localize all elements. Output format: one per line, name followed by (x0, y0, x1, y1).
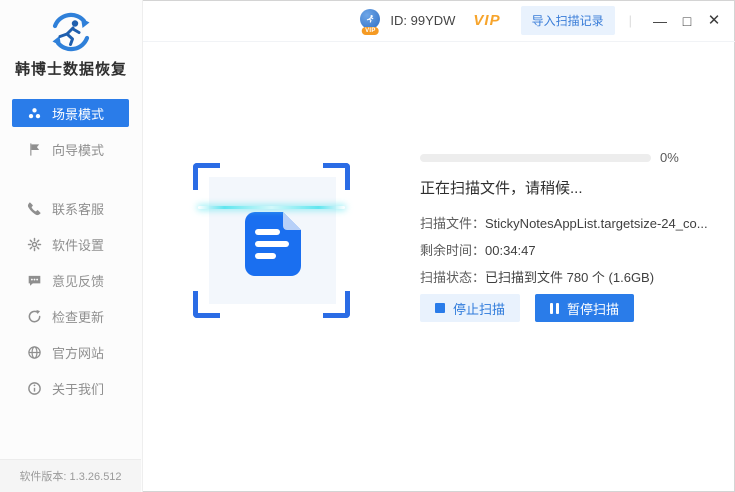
sidebar-item-check-update[interactable]: 检查更新 (12, 302, 129, 330)
sidebar-item-website[interactable]: 官方网站 (12, 338, 129, 366)
app-logo-icon (48, 9, 94, 55)
topbar: VIP ID: 99YDW VIP 导入扫描记录 | — □ ✕ (143, 0, 735, 42)
sidebar: 韩博士数据恢复 场景模式 向导模式 联系客服 (0, 0, 143, 492)
minimize-button[interactable]: — (649, 10, 671, 32)
progress-row: 0% (420, 150, 679, 165)
settings-gear-icon (27, 237, 42, 252)
bracket-bottom-left (193, 291, 220, 318)
scan-file-label: 扫描文件： (420, 216, 485, 231)
stop-scan-label: 停止扫描 (453, 299, 505, 318)
sidebar-item-wizard-mode[interactable]: 向导模式 (12, 135, 129, 163)
maximize-button[interactable]: □ (676, 10, 698, 32)
sidebar-item-label: 意见反馈 (52, 271, 104, 290)
sidebar-item-label: 检查更新 (52, 307, 104, 326)
remaining-time-row: 剩余时间：00:34:47 (420, 237, 708, 264)
wizard-mode-icon (27, 142, 42, 157)
sidebar-item-label: 场景模式 (52, 104, 104, 123)
bracket-top-left (193, 163, 220, 190)
sidebar-item-feedback[interactable]: 意见反馈 (12, 266, 129, 294)
app-window: 韩博士数据恢复 场景模式 向导模式 联系客服 (0, 0, 735, 492)
import-scan-record-button[interactable]: 导入扫描记录 (521, 6, 615, 35)
scan-beam (198, 206, 345, 209)
feedback-chat-icon (27, 273, 42, 288)
app-title: 韩博士数据恢复 (0, 58, 142, 79)
scan-info-panel: 0% 正在扫描文件，请稍候... 扫描文件：StickyNotesAppList… (420, 150, 725, 330)
scan-state-value: 已扫描到文件 780 个 (1.6GB) (485, 270, 654, 285)
stop-scan-button[interactable]: 停止扫描 (420, 294, 520, 322)
pause-icon (550, 303, 559, 314)
scanner-illustration (193, 163, 350, 318)
bracket-bottom-right (323, 291, 350, 318)
progress-bar (420, 154, 651, 162)
sidebar-item-label: 关于我们 (52, 379, 104, 398)
check-update-icon (27, 309, 42, 324)
scan-file-value: StickyNotesAppList.targetsize-24_co... (485, 216, 708, 231)
user-id-label: ID: 99YDW (390, 13, 455, 28)
about-info-icon (27, 381, 42, 396)
version-footer: 软件版本: 1.3.26.512 (0, 459, 141, 492)
sidebar-item-label: 官方网站 (52, 343, 104, 362)
sidebar-item-contact-support[interactable]: 联系客服 (12, 194, 129, 222)
scan-state-row: 扫描状态：已扫描到文件 780 个 (1.6GB) (420, 264, 708, 291)
version-label: 软件版本: 1.3.26.512 (19, 468, 121, 484)
sidebar-menu: 场景模式 向导模式 联系客服 软件设置 (0, 99, 142, 410)
progress-percent-label: 0% (660, 150, 679, 165)
scene-mode-icon (27, 106, 42, 121)
website-globe-icon (27, 345, 42, 360)
scan-state-label: 扫描状态： (420, 270, 485, 285)
remaining-time-label: 剩余时间： (420, 243, 485, 258)
document-icon (245, 212, 301, 276)
vip-account-badge-icon: VIP (358, 9, 382, 33)
sidebar-item-label: 软件设置 (52, 235, 104, 254)
vip-ribbon: VIP (362, 27, 379, 35)
vip-label[interactable]: VIP (473, 12, 500, 29)
document-text-line (255, 241, 289, 247)
bracket-top-right (323, 163, 350, 190)
close-button[interactable]: ✕ (703, 10, 725, 32)
contact-support-icon (27, 201, 42, 216)
pause-scan-button[interactable]: 暂停扫描 (535, 294, 634, 322)
pause-scan-label: 暂停扫描 (567, 299, 619, 318)
document-text-line (255, 229, 280, 235)
scan-details: 扫描文件：StickyNotesAppList.targetsize-24_co… (420, 210, 708, 291)
sidebar-item-scene-mode[interactable]: 场景模式 (12, 99, 129, 127)
menu-gap (0, 171, 142, 194)
sidebar-item-about[interactable]: 关于我们 (12, 374, 129, 402)
scan-status-heading: 正在扫描文件，请稍候... (420, 177, 583, 198)
topbar-divider: | (629, 13, 632, 28)
sidebar-item-label: 联系客服 (52, 199, 104, 218)
account-avatar (360, 9, 380, 29)
document-text-line (255, 253, 276, 259)
remaining-time-value: 00:34:47 (485, 243, 536, 258)
stop-icon (435, 303, 445, 313)
sidebar-item-settings[interactable]: 软件设置 (12, 230, 129, 258)
scan-file-row: 扫描文件：StickyNotesAppList.targetsize-24_co… (420, 210, 708, 237)
sidebar-item-label: 向导模式 (52, 140, 104, 159)
scan-buttons: 停止扫描 暂停扫描 (420, 294, 634, 322)
